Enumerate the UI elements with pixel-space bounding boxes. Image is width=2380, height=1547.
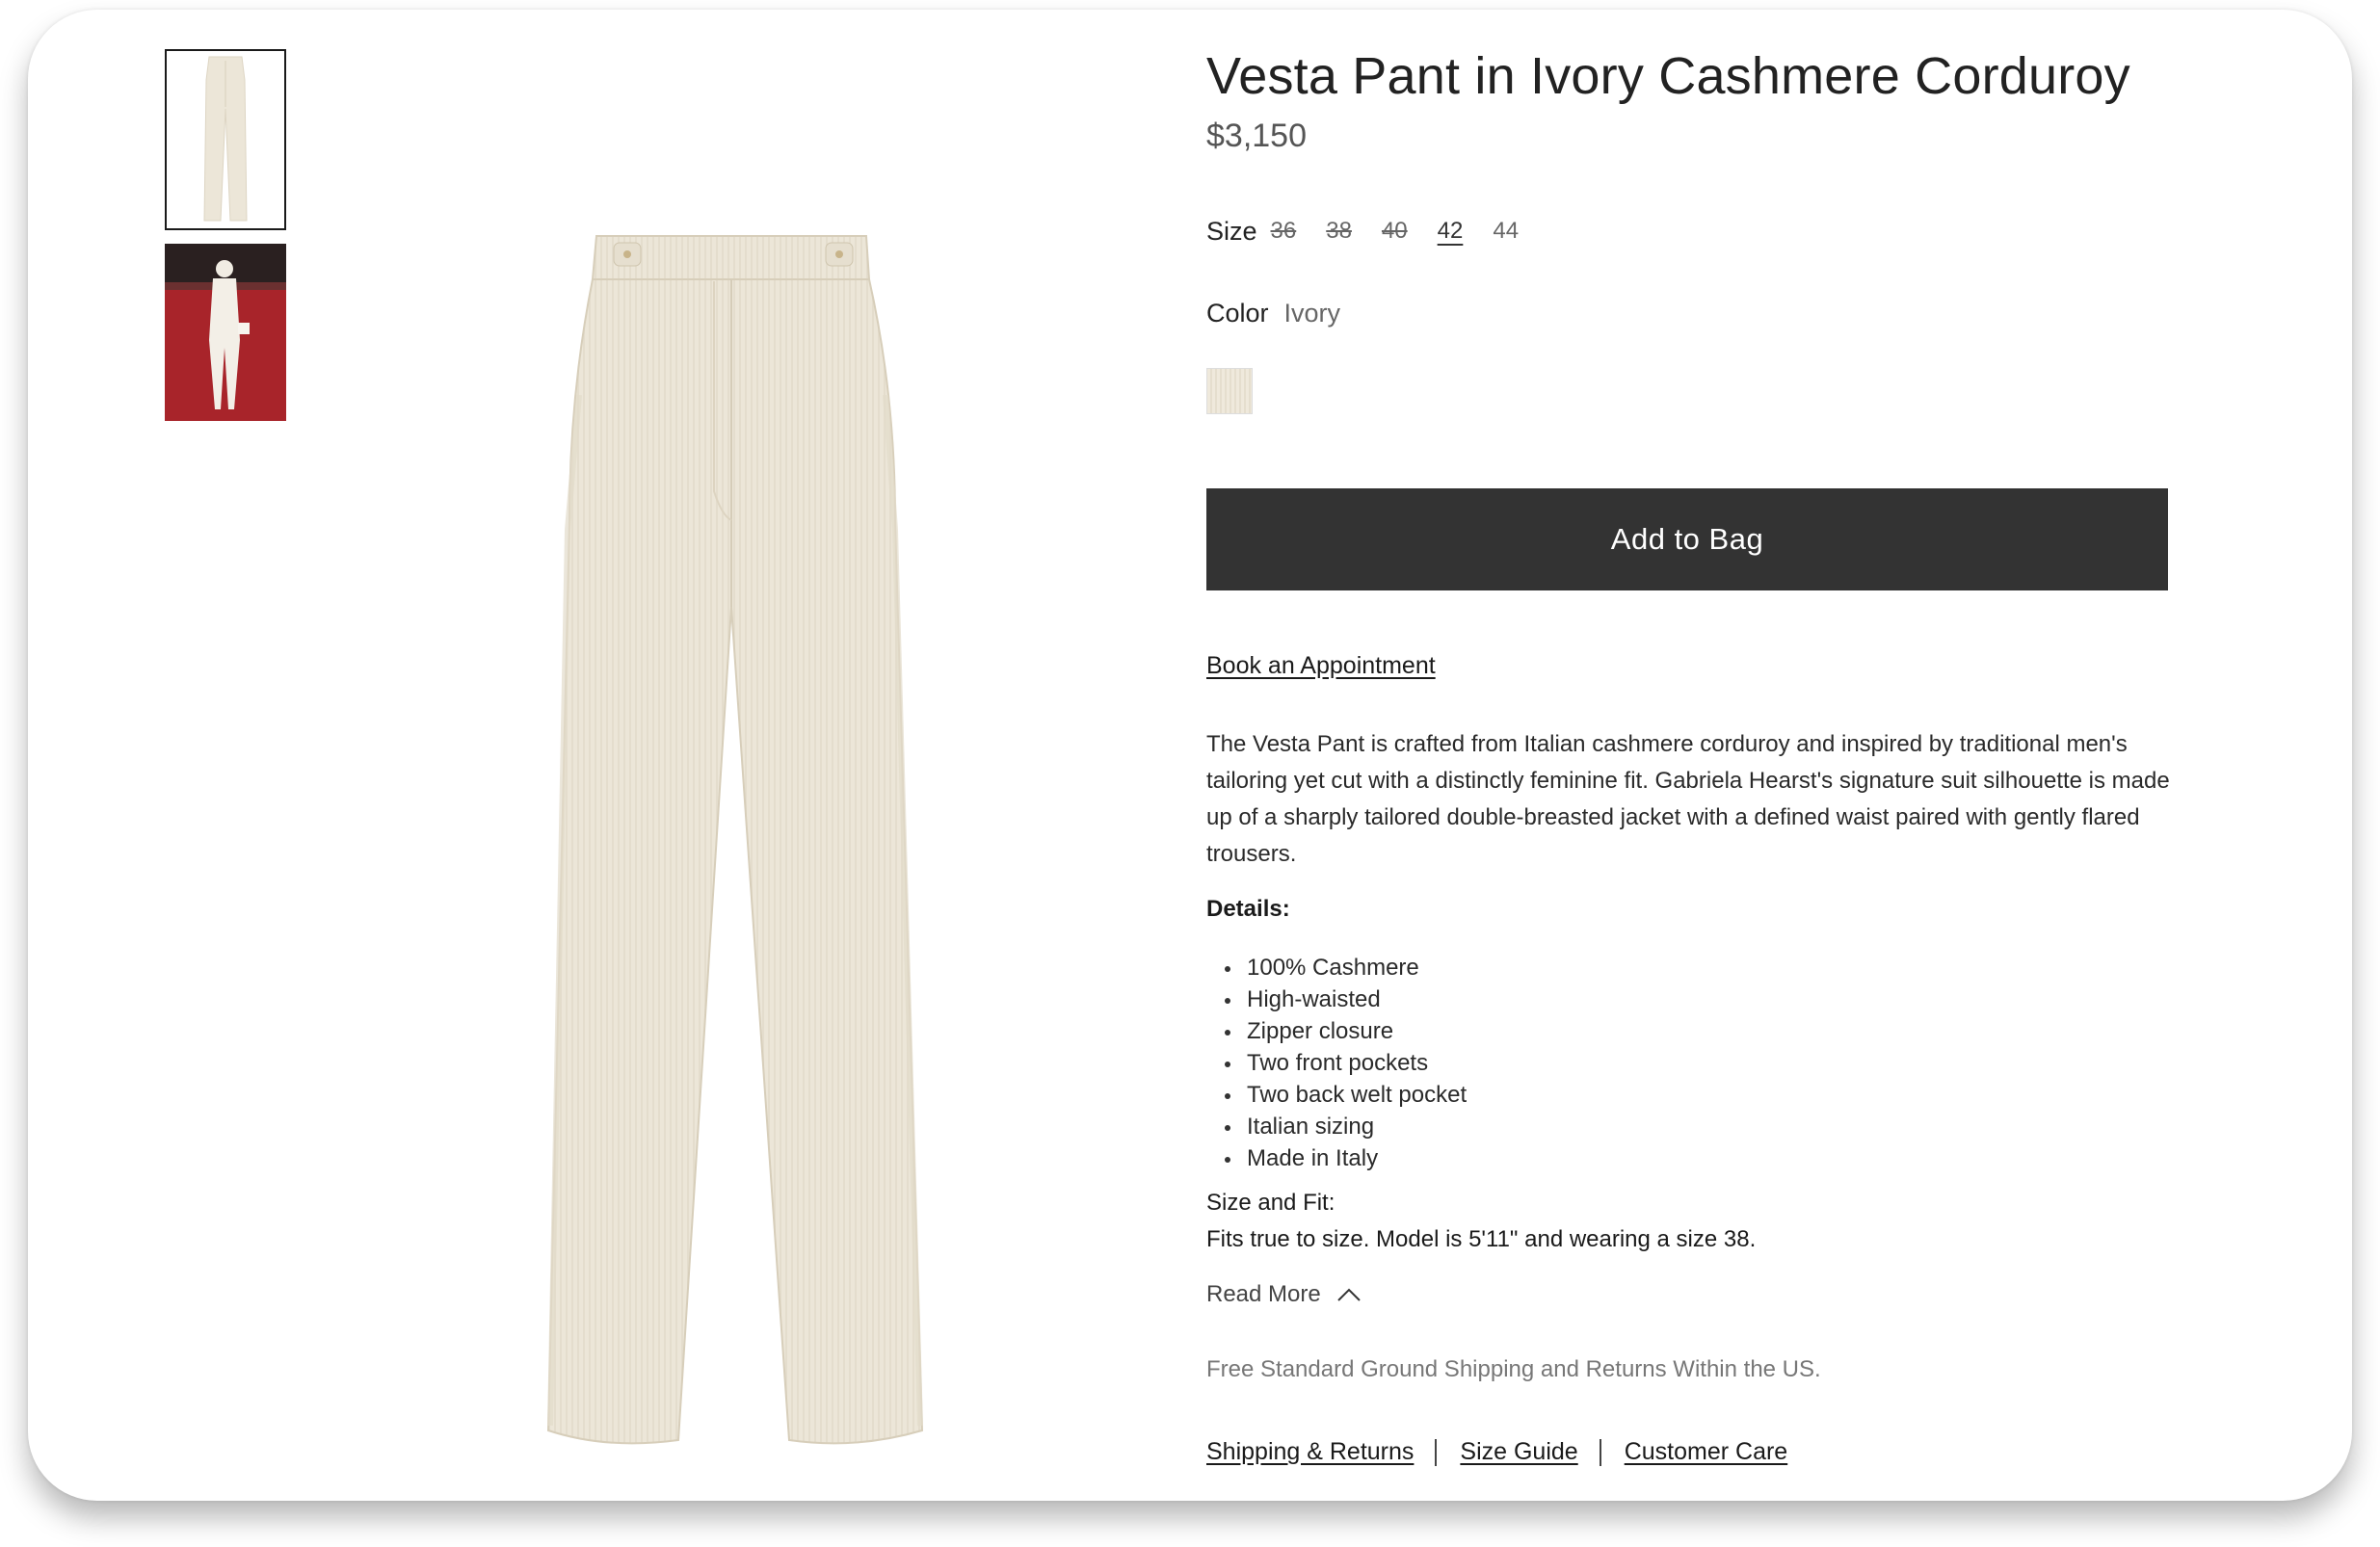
pant-illustration (546, 235, 924, 1445)
list-item: Italian sizing (1206, 1111, 1467, 1142)
main-product-image (490, 202, 1030, 1474)
thumbnail-product-front[interactable] (165, 49, 286, 230)
color-swatch-ivory[interactable] (1206, 368, 1253, 414)
book-appointment-link[interactable]: Book an Appointment (1206, 652, 1436, 680)
list-item: Two back welt pocket (1206, 1079, 1467, 1111)
list-item: Zipper closure (1206, 1015, 1467, 1047)
details-heading: Details: (1206, 896, 1290, 922)
add-to-bag-button[interactable]: Add to Bag (1206, 488, 2168, 590)
size-option-36[interactable]: 36 (1271, 218, 1297, 245)
size-fit-text: Fits true to size. Model is 5'11" and we… (1206, 1226, 1757, 1252)
color-row: Color Ivory (1206, 299, 1340, 328)
size-fit-heading: Size and Fit: (1206, 1190, 1335, 1216)
read-more-toggle[interactable]: Read More (1206, 1281, 1362, 1308)
size-label: Size (1206, 216, 1257, 246)
divider (1435, 1438, 1438, 1466)
product-description: The Vesta Pant is crafted from Italian c… (1206, 731, 2170, 867)
runway-thumbnail-image (165, 244, 286, 421)
read-more-label: Read More (1206, 1281, 1321, 1307)
size-guide-link[interactable]: Size Guide (1460, 1438, 1577, 1466)
thumbnail-runway-look[interactable] (165, 244, 286, 421)
product-page: Vesta Pant in Ivory Cashmere Corduroy $3… (28, 10, 2352, 1501)
size-option-40[interactable]: 40 (1382, 218, 1408, 245)
size-option-42[interactable]: 42 (1438, 218, 1464, 245)
product-title: Vesta Pant in Ivory Cashmere Corduroy (1206, 47, 2130, 105)
shipping-note: Free Standard Ground Shipping and Return… (1206, 1356, 1821, 1382)
details-list: 100% Cashmere High-waisted Zipper closur… (1206, 952, 1467, 1174)
chevron-up-icon (1337, 1288, 1361, 1301)
footer-links: Shipping & Returns Size Guide Customer C… (1206, 1438, 1787, 1466)
list-item: Made in Italy (1206, 1142, 1467, 1174)
size-selector: Size 36 38 40 42 44 (1206, 212, 1548, 250)
list-item: 100% Cashmere (1206, 952, 1467, 983)
customer-care-link[interactable]: Customer Care (1625, 1438, 1788, 1466)
product-price: $3,150 (1206, 118, 1307, 154)
pant-thumbnail-image (167, 51, 284, 228)
list-item: Two front pockets (1206, 1047, 1467, 1079)
divider (1599, 1438, 1601, 1466)
color-label: Color (1206, 299, 1269, 328)
size-option-44[interactable]: 44 (1493, 218, 1519, 245)
list-item: High-waisted (1206, 983, 1467, 1015)
shipping-returns-link[interactable]: Shipping & Returns (1206, 1438, 1414, 1466)
color-value: Ivory (1283, 299, 1341, 328)
size-option-38[interactable]: 38 (1326, 218, 1352, 245)
